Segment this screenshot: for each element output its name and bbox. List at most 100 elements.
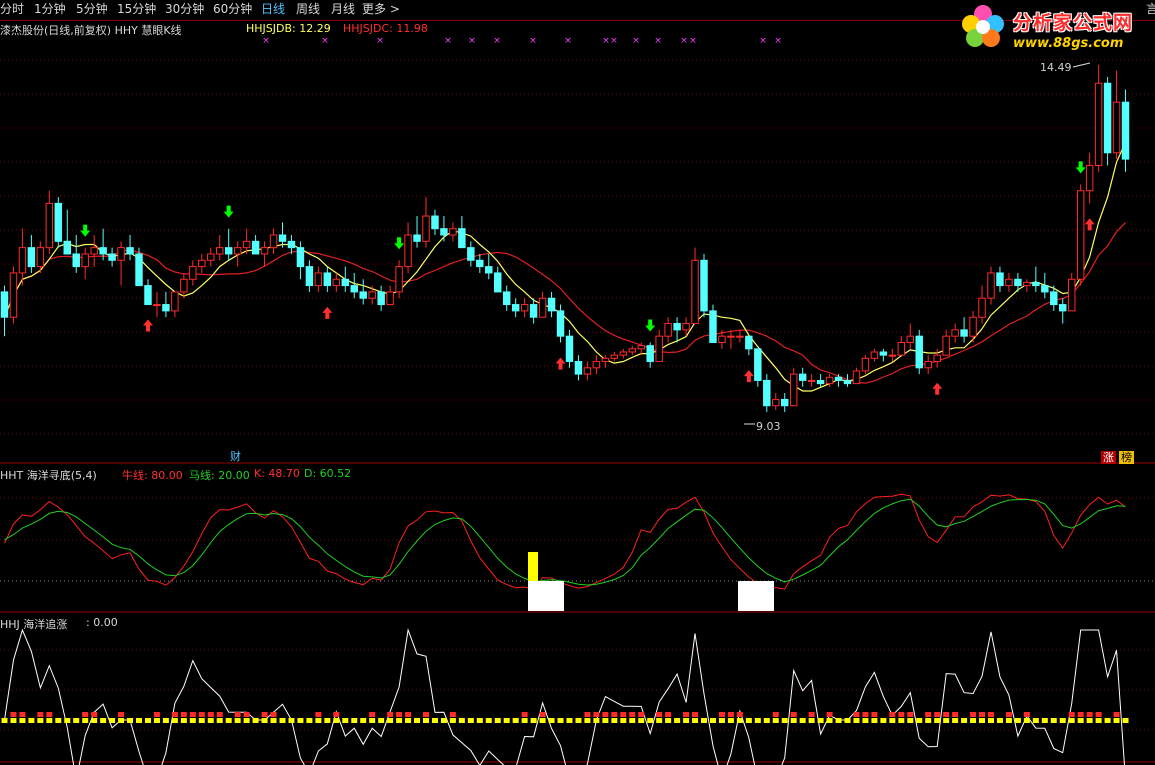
chase-marker-yellow [979,718,986,723]
chase-marker-yellow [996,718,1003,723]
candle-body [117,247,125,261]
chase-marker-yellow [476,718,483,723]
chase-marker-yellow [826,718,833,723]
chase-marker-yellow [539,718,546,723]
chase-marker-red [692,712,699,717]
main-chart-title: 漆杰股份(日线,前复权) HHY 慧眼K线 [0,24,182,37]
chase-marker-yellow [1050,718,1057,723]
chase-marker-red [207,712,214,717]
cross-marker-icon: × [493,36,501,46]
candle-body [816,379,825,385]
sell-arrow-icon [1075,161,1086,174]
candle-body [476,259,484,268]
chase-marker-red [772,712,779,717]
chase-marker-yellow [844,718,851,723]
candle-body [108,253,116,261]
candle-body [861,357,870,372]
chase-marker-red [683,712,690,717]
chase-marker-red [1077,712,1084,717]
cross-marker-icon: × [689,36,697,46]
candle-body [135,253,143,287]
chase-marker-red [1023,712,1030,717]
candle-body [9,272,18,318]
candle-body [1023,281,1031,287]
chase-marker-red [405,712,412,717]
candle-body [368,291,376,299]
indicator-hhjsjdc-label: HHJSJDC: 11.98 [343,22,428,35]
candle-body [440,228,448,236]
finance-badge[interactable]: 财 [228,450,243,463]
candle-body [278,234,287,242]
candle-body [502,291,511,306]
chase-marker-yellow [727,718,734,723]
candle-body [718,335,726,344]
candle-body [619,351,628,356]
chase-marker-yellow [109,718,116,723]
chase-marker-yellow [243,718,250,723]
chase-marker-yellow [1032,718,1039,723]
chase-marker-red [611,712,618,717]
chase-marker-yellow [898,718,905,723]
chase-marker-yellow [494,718,501,723]
chase-marker-red [943,712,950,717]
cross-marker-icon: × [468,36,476,46]
candle-body [789,373,798,407]
candle-body [377,291,385,306]
candle-body [45,202,54,249]
candle-body [736,335,744,338]
candle-body [556,310,565,337]
chase-marker-yellow [566,718,573,723]
candle-body [458,228,466,249]
rise-badge[interactable]: 涨 [1101,451,1116,464]
chase-marker-yellow [503,718,510,723]
ranking-badge[interactable]: 榜 [1119,451,1134,464]
chase-marker-yellow [683,718,690,723]
cross-marker-icon: × [632,36,640,46]
flower-logo-icon [962,5,1004,47]
bottom-signal-block [738,581,774,611]
chase-marker-yellow [1086,718,1093,723]
chase-marker-yellow [647,718,654,723]
candle-body [1041,285,1049,293]
chase-marker-red [396,712,403,717]
chase-marker-red [10,712,17,717]
d-value-label: D: 60.52 [304,467,352,480]
chase-marker-yellow [342,718,349,723]
kdj-panel-title: HHT 海洋寻底(5,4) [0,469,97,482]
chase-marker-yellow [736,718,743,723]
chase-marker-red [82,712,89,717]
chase-marker-yellow [575,718,582,723]
chase-marker-yellow [458,718,465,723]
chase-marker-yellow [288,718,295,723]
candle-body [198,259,206,268]
chase-marker-yellow [987,718,994,723]
chase-marker-yellow [369,718,376,723]
candle-body [0,291,9,318]
chase-marker-yellow [261,718,268,723]
chase-marker-red [584,712,591,717]
chase-marker-yellow [1122,718,1129,723]
chase-marker-red [539,712,546,717]
candle-body [287,240,296,249]
candle-body [1094,82,1103,166]
chase-marker-yellow [925,718,932,723]
candle-body [511,304,520,312]
chase-marker-yellow [136,718,143,723]
chase-marker-yellow [396,718,403,723]
chase-marker-red [808,712,815,717]
candle-body [807,379,816,382]
indicator-hhjsjdb-label: HHJSJDB: 12.29 [246,22,331,35]
candle-body [529,304,538,318]
chase-marker-yellow [234,718,241,723]
chase-marker-red [629,712,636,717]
candle-body [81,253,89,268]
chase-marker-yellow [198,718,205,723]
chase-marker-yellow [1023,718,1030,723]
candle-body [538,297,547,318]
candle-body [359,291,367,299]
chase-marker-yellow [853,718,860,723]
chase-marker-yellow [297,718,304,723]
chase-marker-red [19,712,26,717]
chase-marker-red [153,712,160,717]
candle-body [852,370,861,385]
